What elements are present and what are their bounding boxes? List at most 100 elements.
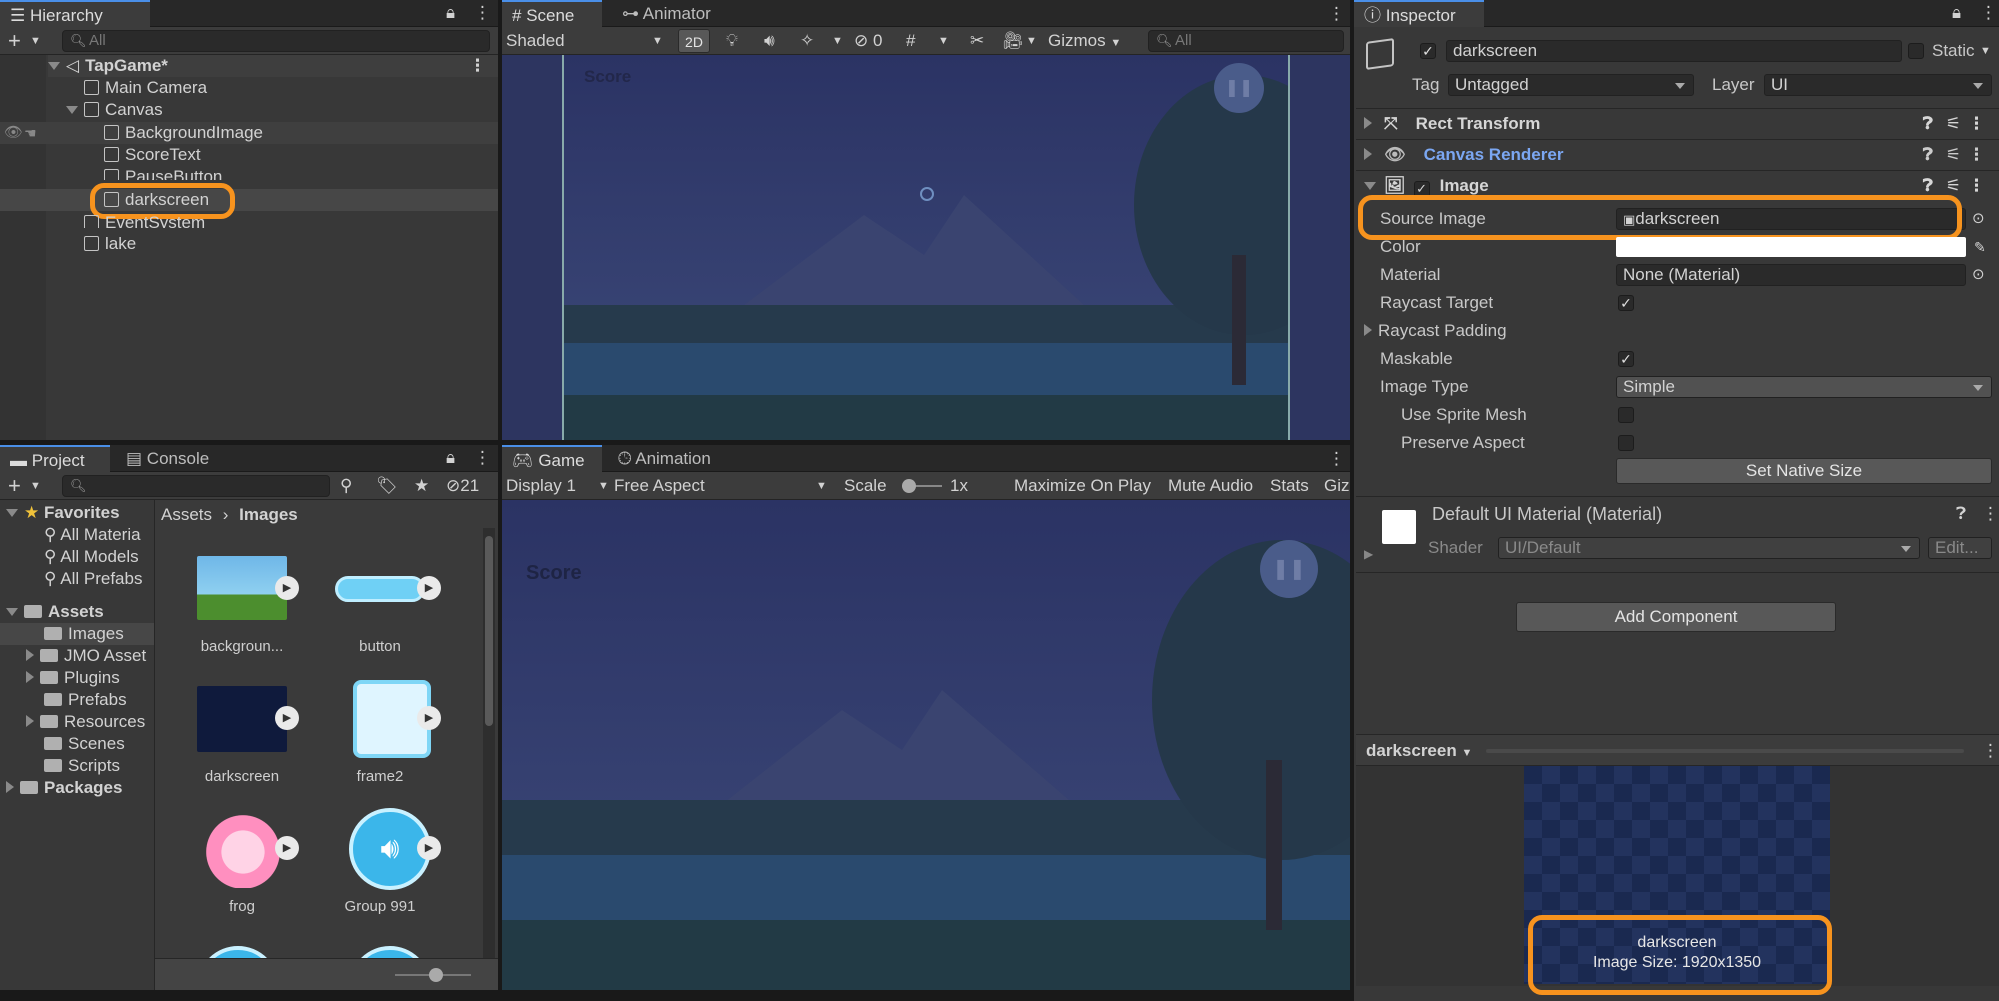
asset-button[interactable]: ▶ button bbox=[305, 556, 455, 666]
favorite-star-icon[interactable]: ★ bbox=[414, 472, 429, 500]
expand-arrow-icon[interactable] bbox=[48, 62, 60, 70]
collapse-arrow-icon[interactable] bbox=[26, 671, 34, 683]
project-search-input[interactable]: 🔍︎ bbox=[62, 475, 330, 497]
hierarchy-search-input[interactable]: 🔍︎ All bbox=[62, 30, 490, 52]
tab-game[interactable]: 🎮︎ Game bbox=[502, 445, 602, 472]
expand-arrow-icon[interactable] bbox=[1364, 182, 1376, 190]
settings-sliders-icon[interactable]: ⚟ bbox=[1946, 140, 1961, 170]
component-canvas-renderer[interactable]: 👁︎ Canvas Renderer ❓︎ ⚟ ⋮ bbox=[1356, 139, 1999, 169]
folder-jmo-asset[interactable]: JMO Asset bbox=[26, 645, 146, 667]
tag-dropdown[interactable]: Untagged bbox=[1448, 74, 1694, 96]
hierarchy-item-canvas[interactable]: Canvas bbox=[66, 99, 163, 121]
eyedropper-icon[interactable]: ✎ bbox=[1974, 233, 1986, 261]
assets-folder[interactable]: Assets bbox=[6, 601, 104, 623]
more-options-icon[interactable]: ⋮ bbox=[1982, 737, 1999, 765]
chevron-down-icon[interactable]: ▼ bbox=[30, 27, 41, 55]
visibility-icon[interactable]: 👁︎ bbox=[4, 122, 23, 144]
breadcrumb-assets[interactable]: Assets bbox=[161, 505, 212, 524]
hierarchy-item-scoretext[interactable]: ScoreText bbox=[104, 144, 201, 166]
chevron-down-icon[interactable]: ▼ bbox=[832, 27, 843, 55]
favorite-all-prefabs[interactable]: ⚲ All Prefabs bbox=[44, 568, 142, 590]
tools-icon[interactable]: ✂ bbox=[970, 27, 984, 55]
set-native-size-button[interactable]: Set Native Size bbox=[1616, 458, 1992, 484]
use-sprite-mesh-checkbox[interactable] bbox=[1618, 407, 1634, 423]
camera-icon[interactable]: 🎥︎ bbox=[1002, 27, 1024, 55]
lock-icon[interactable]: 🔒︎ bbox=[1952, 0, 1961, 27]
gizmos-toggle[interactable]: Giz bbox=[1324, 472, 1350, 500]
add-icon[interactable]: + bbox=[8, 472, 21, 500]
maskable-checkbox[interactable]: ✓ bbox=[1618, 351, 1634, 367]
folder-images[interactable]: Images bbox=[44, 623, 124, 645]
scene-viewport[interactable]: Score ❚❚ bbox=[502, 55, 1350, 440]
scale-slider[interactable] bbox=[902, 479, 942, 493]
folder-prefabs[interactable]: Prefabs bbox=[44, 689, 127, 711]
filter-by-label-icon[interactable]: 🏷︎ bbox=[376, 472, 398, 500]
favorites-header[interactable]: ★ Favorites bbox=[6, 502, 120, 524]
add-icon[interactable]: + bbox=[8, 27, 21, 55]
hierarchy-item-eventsystem[interactable]: EventSystem bbox=[84, 212, 205, 228]
more-options-icon[interactable]: ⋮ bbox=[474, 0, 491, 27]
collapse-arrow-icon[interactable] bbox=[1364, 324, 1372, 336]
raycast-target-checkbox[interactable]: ✓ bbox=[1618, 295, 1634, 311]
tab-project[interactable]: ▬ Project bbox=[0, 445, 110, 472]
folder-plugins[interactable]: Plugins bbox=[26, 667, 120, 689]
hierarchy-item-main-camera[interactable]: Main Camera bbox=[84, 77, 207, 99]
chevron-down-icon[interactable]: ▼ bbox=[1026, 27, 1037, 55]
collapse-arrow-icon[interactable] bbox=[26, 649, 34, 661]
help-icon[interactable]: ❓︎ bbox=[1956, 500, 1966, 528]
play-icon[interactable]: ▶ bbox=[275, 836, 299, 860]
help-icon[interactable]: ❓︎ bbox=[1923, 140, 1933, 170]
asset-group-991[interactable]: 🔊︎ ▶ Group 991 bbox=[305, 808, 455, 926]
hidden-objects-icon[interactable]: ⊘ 0 bbox=[854, 27, 882, 55]
scene-search-input[interactable]: 🔍︎ All bbox=[1148, 30, 1344, 52]
scrollbar-thumb[interactable] bbox=[485, 536, 493, 726]
folder-scripts[interactable]: Scripts bbox=[44, 755, 120, 777]
hierarchy-item-lake[interactable]: lake bbox=[84, 233, 136, 255]
raycast-padding-label[interactable]: Raycast Padding bbox=[1364, 320, 1507, 342]
collapse-arrow-icon[interactable] bbox=[26, 715, 34, 727]
icon-size-slider[interactable] bbox=[395, 968, 471, 982]
material-field[interactable]: None (Material) bbox=[1616, 264, 1966, 286]
lock-icon[interactable]: 🔒︎ bbox=[446, 445, 455, 472]
object-picker-icon[interactable]: ⊙ bbox=[1972, 261, 1985, 289]
preview-object-dropdown[interactable]: darkscreen ▼ bbox=[1366, 737, 1472, 765]
shader-edit-button[interactable]: Edit... bbox=[1928, 537, 1992, 559]
component-menu-icon[interactable]: ⋮ bbox=[1968, 140, 1985, 170]
scene-menu-icon[interactable]: ⋮ bbox=[469, 55, 486, 77]
shading-mode-dropdown[interactable]: Shaded ▼ bbox=[506, 27, 666, 55]
asset-darkscreen[interactable]: ▶ darkscreen bbox=[155, 686, 305, 796]
asset-background[interactable]: ▶ backgroun... bbox=[155, 556, 305, 666]
object-name-field[interactable]: darkscreen bbox=[1446, 40, 1902, 62]
expand-arrow-icon[interactable] bbox=[66, 106, 78, 114]
game-viewport[interactable]: Score ❚❚ bbox=[502, 500, 1350, 990]
image-type-dropdown[interactable]: Simple bbox=[1616, 376, 1992, 398]
audio-icon[interactable]: 🔊︎ bbox=[764, 27, 775, 55]
tab-animation[interactable]: 🕒︎ Animation bbox=[608, 445, 721, 472]
component-menu-icon[interactable]: ⋮ bbox=[1968, 171, 1985, 201]
collapse-arrow-icon[interactable] bbox=[1364, 117, 1372, 129]
gizmos-dropdown[interactable]: Gizmos ▼ bbox=[1048, 27, 1121, 55]
help-icon[interactable]: ❓︎ bbox=[1923, 109, 1933, 139]
layer-dropdown[interactable]: UI bbox=[1764, 74, 1992, 96]
expand-arrow-icon[interactable] bbox=[6, 608, 18, 616]
display-dropdown[interactable]: Display 1 ▼ bbox=[506, 472, 609, 500]
chevron-down-icon[interactable]: ▼ bbox=[1980, 37, 1991, 65]
breadcrumb-images[interactable]: Images bbox=[239, 505, 298, 524]
more-options-icon[interactable]: ⋮ bbox=[1328, 0, 1345, 28]
color-field[interactable] bbox=[1616, 237, 1966, 257]
chevron-down-icon[interactable]: ▼ bbox=[938, 27, 949, 55]
asset-frog[interactable]: ▶ frog bbox=[155, 808, 305, 926]
favorite-all-models[interactable]: ⚲ All Models bbox=[44, 546, 139, 568]
project-scrollbar[interactable] bbox=[483, 528, 495, 960]
play-icon[interactable]: ▶ bbox=[275, 706, 299, 730]
expand-arrow-icon[interactable] bbox=[6, 509, 18, 517]
effects-icon[interactable]: ✧ bbox=[800, 27, 814, 55]
active-checkbox[interactable]: ✓ bbox=[1420, 43, 1436, 59]
slider-thumb[interactable] bbox=[429, 968, 443, 982]
aspect-dropdown[interactable]: Free Aspect ▼ bbox=[614, 472, 834, 500]
play-icon[interactable]: ▶ bbox=[275, 576, 299, 600]
favorite-all-materials[interactable]: ⚲ All Materia bbox=[44, 524, 141, 546]
collapse-arrow-icon[interactable] bbox=[6, 781, 14, 793]
object-picker-icon[interactable]: ⊙ bbox=[1972, 205, 1985, 233]
maximize-on-play-toggle[interactable]: Maximize On Play bbox=[1014, 472, 1151, 500]
